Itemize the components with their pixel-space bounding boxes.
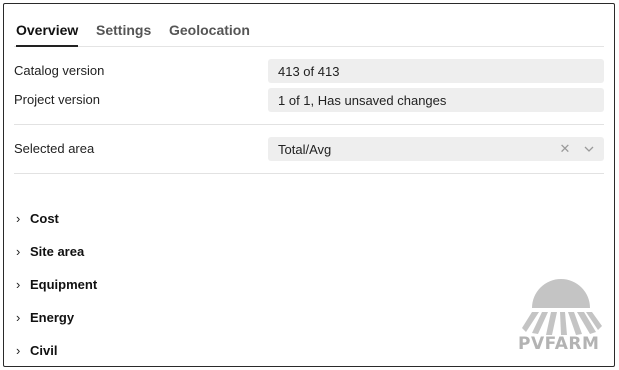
chevron-right-icon: ›: [16, 343, 21, 358]
close-icon[interactable]: ✕: [559, 141, 570, 156]
chevron-right-icon: ›: [16, 277, 21, 292]
catalog-version-row: Catalog version 413 of 413: [14, 59, 604, 83]
project-version-value: 1 of 1, Has unsaved changes: [268, 88, 604, 112]
chevron-down-icon[interactable]: [584, 141, 594, 156]
project-version-row: Project version 1 of 1, Has unsaved chan…: [14, 88, 604, 112]
project-version-label: Project version: [14, 92, 100, 107]
logo-text: PVFARM: [518, 334, 600, 354]
tab-settings[interactable]: Settings: [96, 22, 151, 45]
panel: Overview Settings Geolocation Catalog ve…: [3, 3, 615, 367]
section-label: Energy: [30, 310, 75, 325]
selected-area-value: Total/Avg: [278, 142, 332, 157]
selected-area-label: Selected area: [14, 141, 95, 156]
divider: [14, 173, 604, 174]
chevron-right-icon: ›: [16, 310, 21, 325]
chevron-right-icon: ›: [16, 211, 21, 226]
catalog-version-label: Catalog version: [14, 63, 105, 78]
tab-bar: Overview Settings Geolocation: [14, 4, 604, 47]
section-site-area[interactable]: › Site area: [16, 244, 84, 259]
section-energy[interactable]: › Energy: [16, 310, 74, 325]
selected-area-row: Selected area Total/Avg ✕: [14, 137, 604, 161]
tab-overview[interactable]: Overview: [16, 22, 79, 47]
catalog-version-value: 413 of 413: [268, 59, 604, 83]
divider: [14, 124, 604, 125]
selected-area-select[interactable]: Total/Avg ✕: [268, 137, 604, 161]
chevron-right-icon: ›: [16, 244, 21, 259]
section-label: Civil: [30, 343, 58, 358]
section-equipment[interactable]: › Equipment: [16, 277, 97, 292]
section-label: Equipment: [30, 277, 98, 292]
section-civil[interactable]: › Civil: [16, 343, 57, 358]
section-label: Site area: [30, 244, 85, 259]
section-cost[interactable]: › Cost: [16, 211, 59, 226]
tab-geolocation[interactable]: Geolocation: [169, 22, 250, 45]
section-label: Cost: [30, 211, 59, 226]
